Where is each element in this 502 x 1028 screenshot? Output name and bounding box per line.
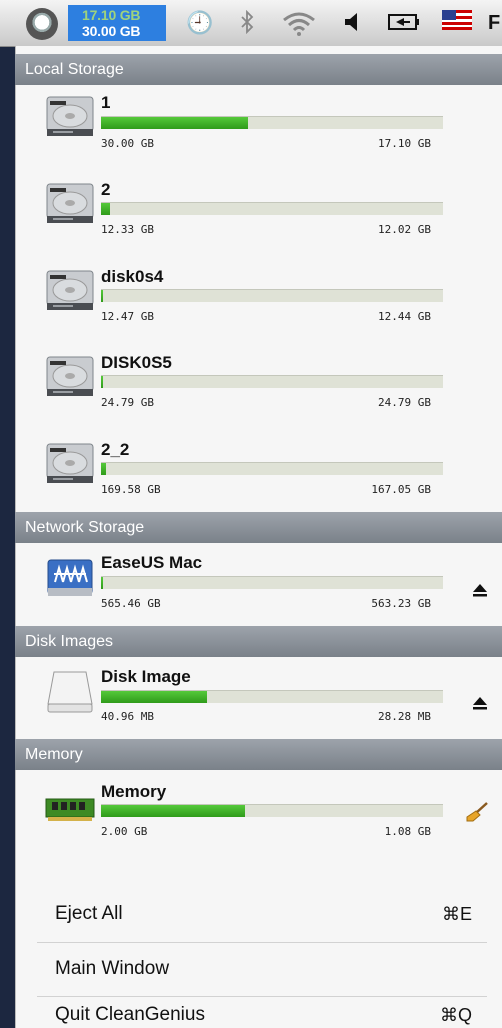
flag-icon[interactable] <box>440 10 474 36</box>
usage-fill <box>101 376 104 388</box>
usage-fill <box>101 290 104 302</box>
usage-fill <box>101 203 110 215</box>
disk-name: EaseUS Mac <box>101 553 203 572</box>
usage-bar <box>101 804 443 817</box>
readout-used: 17.10 GB <box>82 7 141 23</box>
disk-capacity: 40.96 MB <box>101 710 154 723</box>
disk-capacity: 24.79 GB <box>101 396 154 409</box>
menu-separator <box>37 942 487 943</box>
memory-free: 1.08 GB <box>384 825 431 838</box>
disk-capacity: 30.00 GB <box>101 137 154 150</box>
disk-free: 24.79 GB <box>378 396 431 409</box>
usage-bar <box>101 116 443 129</box>
disk-capacity: 12.47 GB <box>101 310 154 323</box>
shortcut-eject-all: ⌘E <box>441 904 472 924</box>
disk-free: 12.02 GB <box>378 223 431 236</box>
usage-bar <box>101 690 443 703</box>
section-network-storage: Network Storage <box>15 512 502 543</box>
memory-chip-icon <box>45 785 95 829</box>
disk-name: disk0s4 <box>101 267 164 286</box>
menubar-cut-letter: F <box>488 12 501 34</box>
disk-name: DISK0S5 <box>101 353 172 372</box>
disk-free: 12.44 GB <box>378 310 431 323</box>
section-memory: Memory <box>15 739 502 770</box>
network-drive-icon <box>45 556 95 600</box>
time-machine-icon[interactable]: 🕘 <box>185 10 215 36</box>
memory-capacity: 2.00 GB <box>101 825 148 838</box>
hard-drive-icon <box>45 441 95 485</box>
disk-image-icon <box>45 670 95 714</box>
disk-free: 167.05 GB <box>371 483 431 496</box>
menu-item-eject-all[interactable]: Eject All <box>55 903 123 925</box>
disk-free: 17.10 GB <box>378 137 431 150</box>
usage-bar <box>101 289 443 302</box>
disk-capacity: 169.58 GB <box>101 483 161 496</box>
usage-fill <box>101 117 249 129</box>
hard-drive-icon <box>45 94 95 138</box>
usage-bar <box>101 462 443 475</box>
usage-fill <box>101 577 104 589</box>
section-disk-images: Disk Images <box>15 626 502 657</box>
usage-bar <box>101 202 443 215</box>
wifi-icon[interactable] <box>277 10 321 42</box>
hard-drive-icon <box>45 268 95 312</box>
disk-capacity: 12.33 GB <box>101 223 154 236</box>
eject-icon[interactable] <box>472 582 488 598</box>
menu-separator <box>37 996 487 997</box>
usage-bar <box>101 576 443 589</box>
disk-free: 563.23 GB <box>371 597 431 610</box>
disk-capacity: 565.46 GB <box>101 597 161 610</box>
disk-free: 28.28 MB <box>378 710 431 723</box>
volume-icon[interactable] <box>338 10 368 40</box>
battery-icon[interactable] <box>386 10 422 40</box>
section-local-storage: Local Storage <box>15 54 502 85</box>
broom-icon[interactable] <box>466 802 488 822</box>
disk-name: 1 <box>101 93 111 112</box>
shortcut-quit: ⌘Q <box>439 1005 472 1025</box>
eject-icon[interactable] <box>472 695 488 711</box>
disk-name: 2 <box>101 180 111 199</box>
usage-fill <box>101 691 208 703</box>
hard-drive-icon <box>45 181 95 225</box>
disk-name: 2_2 <box>101 440 130 459</box>
menu-item-main-window[interactable]: Main Window <box>55 958 169 980</box>
bluetooth-icon[interactable] <box>232 9 262 40</box>
menu-item-quit[interactable]: Quit CleanGenius <box>55 1004 205 1026</box>
usage-fill <box>101 805 245 817</box>
app-icon[interactable] <box>26 8 58 40</box>
disk-name: Disk Image <box>101 667 191 686</box>
memory-name: Memory <box>101 782 167 801</box>
usage-fill <box>101 463 107 475</box>
readout-total: 30.00 GB <box>82 23 141 39</box>
usage-bar <box>101 375 443 388</box>
hard-drive-icon <box>45 354 95 398</box>
